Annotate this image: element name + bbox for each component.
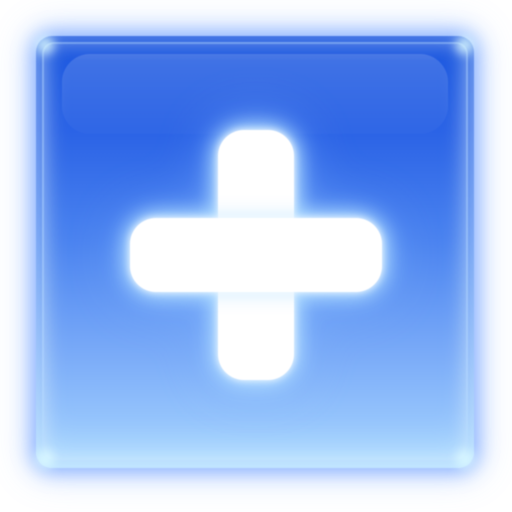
corner-glow-bottom-right xyxy=(456,450,474,468)
add-button[interactable] xyxy=(36,36,474,468)
button-highlight xyxy=(62,54,448,134)
stage xyxy=(0,0,512,512)
plus-horizontal-bar xyxy=(130,218,382,292)
corner-glow-top-right xyxy=(456,36,474,54)
corner-glow-top-left xyxy=(36,36,54,54)
corner-glow-bottom-left xyxy=(36,450,54,468)
plus-icon xyxy=(128,128,384,384)
